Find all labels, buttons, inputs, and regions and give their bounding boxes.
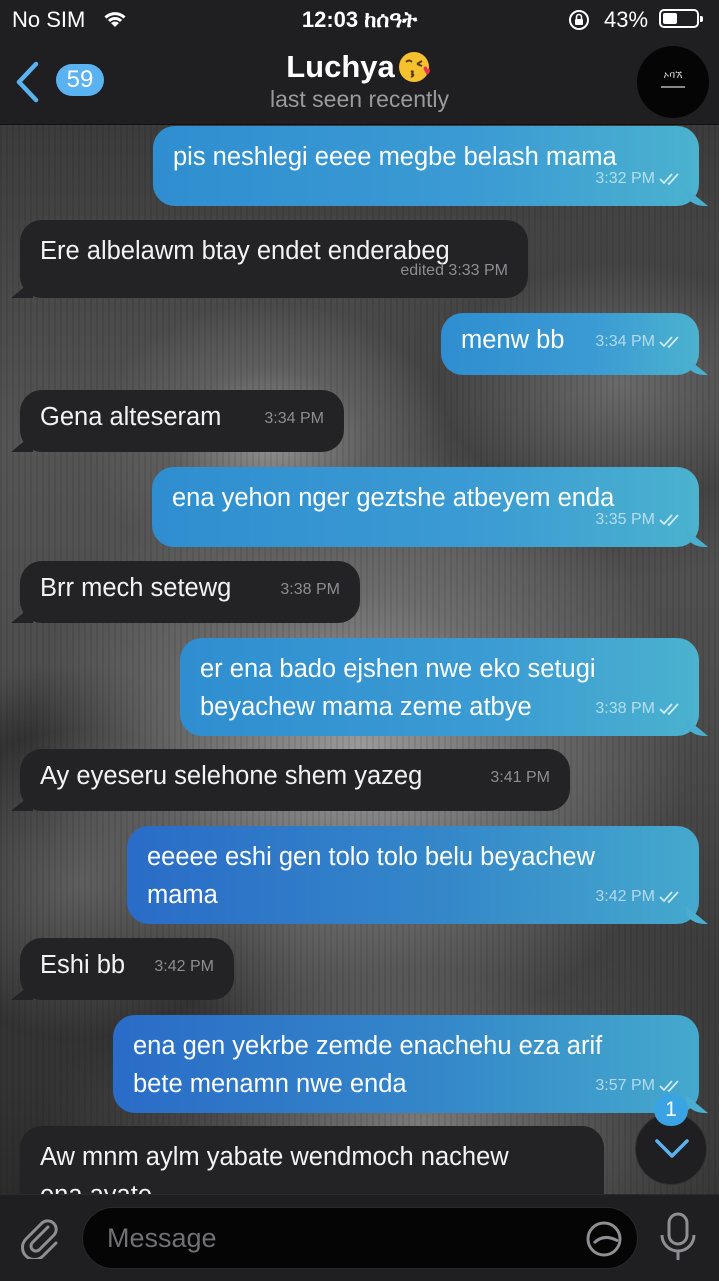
message-bubble-outgoing[interactable]: eeeee eshi gen tolo tolo belu beyachew m… — [127, 826, 699, 924]
message-bubble-outgoing[interactable]: ena yehon nger geztshe atbeyem enda 3:35… — [152, 467, 699, 547]
microphone-icon[interactable] — [656, 1211, 700, 1263]
double-check-icon — [659, 891, 679, 904]
message-time: 3:38 PM — [280, 581, 340, 598]
contact-avatar[interactable]: ኦባኧ — [637, 46, 709, 118]
chat-header: 59 Luchya last seen recently ኦባኧ — [0, 40, 719, 125]
message-time: 3:57 PM — [595, 1077, 655, 1094]
paperclip-icon[interactable] — [18, 1215, 62, 1259]
message-text: Aw mnm aylm yabate wendmoch nachew ena a… — [40, 1143, 509, 1194]
rotation-lock-icon — [569, 10, 589, 30]
double-check-icon — [659, 703, 679, 716]
message-meta: 3:35 PM — [595, 501, 685, 539]
status-bar: No SIM 12:03 ከሰዓት 43% — [0, 0, 719, 40]
message-time: 3:34 PM — [595, 333, 655, 350]
message-meta: 3:42 PM — [595, 878, 685, 916]
message-bubble-incoming[interactable]: Ay eyeseru selehone shem yazeg 3:41 PM — [20, 749, 570, 811]
contact-name[interactable]: Luchya — [0, 48, 719, 85]
battery-icon — [659, 9, 703, 28]
chevron-down-icon — [655, 1139, 689, 1158]
message-time: edited 3:33 PM — [400, 262, 508, 279]
message-text: Ay eyeseru selehone shem yazeg — [40, 762, 423, 790]
message-time: 3:38 PM — [595, 700, 655, 717]
contact-name-text: Luchya — [286, 49, 395, 84]
message-bubble-incoming[interactable]: Eshi bb 3:42 PM — [20, 938, 234, 1000]
message-meta: 3:34 PM — [595, 323, 685, 361]
message-time: 3:42 PM — [154, 958, 214, 975]
message-meta: 3:38 PM — [595, 690, 685, 728]
avatar-logo-underline — [661, 86, 685, 88]
message-bubble-outgoing[interactable]: pis neshlegi eeee megbe belash mama 3:32… — [153, 126, 699, 206]
message-input[interactable] — [82, 1207, 638, 1269]
message-meta: edited 3:33 PM — [400, 252, 508, 290]
message-time: 3:32 PM — [595, 170, 655, 187]
message-meta: 3:32 PM — [595, 160, 685, 198]
sticker-icon[interactable] — [584, 1219, 624, 1259]
message-bubble-incoming[interactable]: Gena alteseram 3:34 PM — [20, 390, 344, 452]
double-check-icon — [659, 173, 679, 186]
message-meta: 3:38 PM — [280, 571, 340, 609]
message-list[interactable]: pis neshlegi eeee megbe belash mama 3:32… — [0, 124, 719, 1194]
message-time: 3:41 PM — [490, 769, 550, 786]
message-bubble-outgoing[interactable]: er ena bado ejshen nwe eko setugi beyach… — [180, 638, 699, 736]
message-time: 3:35 PM — [595, 511, 655, 528]
message-bubble-incoming[interactable]: Brr mech setewg 3:38 PM — [20, 561, 360, 623]
message-meta: 3:42 PM — [154, 948, 214, 986]
double-check-icon — [659, 1080, 679, 1093]
double-check-icon — [659, 336, 679, 349]
message-meta: 3:41 PM — [490, 759, 550, 797]
message-bubble-outgoing[interactable]: menw bb 3:34 PM — [441, 313, 699, 375]
avatar-logo-icon: ኦባኧ — [663, 70, 683, 81]
message-time: 3:42 PM — [595, 888, 655, 905]
message-bubble-outgoing[interactable]: ena gen yekrbe zemde enachehu eza arif b… — [113, 1015, 699, 1113]
kissing-heart-emoji-icon — [398, 52, 430, 82]
new-messages-badge: 1 — [654, 1094, 688, 1126]
message-bubble-incoming[interactable]: Aw mnm aylm yabate wendmoch nachew ena a… — [20, 1126, 604, 1194]
message-meta: 3:34 PM — [264, 400, 324, 438]
message-bubble-incoming[interactable]: Ere albelawm btay endet enderabeg edited… — [20, 220, 528, 298]
battery-percent: 43% — [604, 7, 649, 32]
compose-bar — [0, 1194, 719, 1281]
last-seen-status: last seen recently — [270, 86, 449, 112]
double-check-icon — [659, 514, 679, 527]
battery-fill — [663, 13, 677, 24]
message-time: 3:34 PM — [264, 410, 324, 427]
